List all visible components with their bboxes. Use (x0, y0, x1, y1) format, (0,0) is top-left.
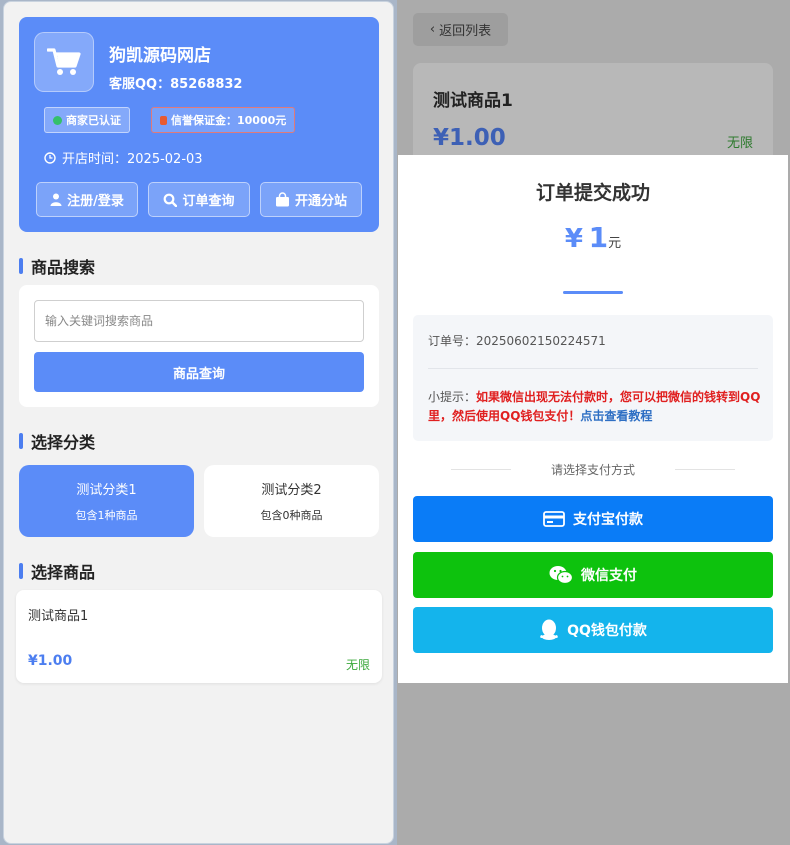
detail-title: 测试商品1 (433, 91, 513, 111)
qq-wallet-button-label: QQ钱包付款 (567, 623, 647, 639)
product-name: 测试商品1 (28, 609, 89, 624)
choose-payment-label: 请选择支付方式 (398, 461, 788, 478)
modal-title: 订单提交成功 (535, 182, 650, 204)
order-number: 订单号：20250602150224571 (428, 334, 606, 348)
shopping-bag-icon (275, 192, 289, 207)
search-button[interactable]: 商品查询 (34, 352, 364, 392)
currency-symbol: ¥ (564, 224, 583, 254)
product-detail-panel: ‹ 返回列表 测试商品1 ¥1.00 无限 订单提交成功 ¥ 1元 订单号：20… (397, 0, 790, 845)
qq-wallet-button[interactable]: QQ钱包付款 (413, 607, 773, 653)
chevron-left-icon: ‹ (429, 22, 436, 37)
divider (428, 368, 758, 369)
credit-card-icon (543, 511, 565, 527)
cart-icon (34, 32, 94, 92)
shop-panel: 狗凯源码网店 客服QQ：85268832 商家已认证 信誉保证金：10000元 … (3, 1, 394, 844)
deposit-badge: 信誉保证金：10000元 (151, 107, 296, 133)
search-section-title: 商品搜索 (19, 254, 95, 278)
amount-unit: 元 (608, 236, 622, 251)
shop-qq: 客服QQ：85268832 (109, 77, 243, 92)
open-substation-button-label: 开通分站 (294, 194, 347, 209)
shop-name: 狗凯源码网店 (109, 46, 211, 66)
open-substation-button[interactable]: 开通分站 (260, 182, 362, 217)
clock-icon (44, 151, 56, 164)
category-count: 包含0种商品 (260, 509, 323, 522)
title-underline (563, 291, 623, 294)
check-icon (53, 115, 62, 125)
category-name: 测试分类2 (261, 483, 322, 498)
product-section-title: 选择商品 (19, 559, 95, 583)
user-icon (50, 193, 62, 206)
wechat-pay-button-label: 微信支付 (581, 568, 637, 584)
order-amount: ¥ 1元 (398, 221, 788, 254)
alipay-button[interactable]: 支付宝付款 (413, 496, 773, 542)
wechat-pay-button[interactable]: 微信支付 (413, 552, 773, 598)
product-stock: 无限 (345, 658, 370, 672)
search-input[interactable] (34, 300, 364, 342)
deposit-badge-label: 信誉保证金：10000元 (171, 114, 287, 127)
wechat-icon (549, 566, 573, 585)
verified-badge: 商家已认证 (44, 107, 130, 133)
search-icon (164, 193, 178, 207)
order-query-button-label: 订单查询 (182, 194, 235, 209)
detail-stock: 无限 (726, 136, 753, 151)
back-button[interactable]: ‹ 返回列表 (413, 13, 508, 46)
product-card[interactable]: 测试商品1 ¥1.00 无限 (16, 590, 382, 683)
shop-header-card: 狗凯源码网店 客服QQ：85268832 商家已认证 信誉保证金：10000元 … (19, 17, 379, 232)
search-card: 商品查询 (19, 285, 379, 407)
payment-tip: 小提示：如果微信出现无法付款时，您可以把微信的钱转到QQ里，然后使用QQ钱包支付… (428, 388, 763, 426)
tutorial-link[interactable]: 点击查看教程 (580, 409, 652, 423)
back-button-label: 返回列表 (439, 24, 492, 39)
alipay-button-label: 支付宝付款 (573, 512, 643, 528)
open-time: 开店时间：2025-02-03 (44, 148, 203, 167)
product-price: ¥1.00 (28, 653, 73, 669)
tip-label: 小提示： (428, 390, 477, 404)
category-card-1[interactable]: 测试分类1 包含1种商品 (19, 465, 194, 537)
category-section-title: 选择分类 (19, 429, 95, 453)
open-time-label: 开店时间：2025-02-03 (62, 152, 203, 167)
shield-icon (160, 115, 167, 125)
login-button[interactable]: 注册/登录 (36, 182, 138, 217)
qq-icon (540, 619, 558, 640)
order-success-modal: 订单提交成功 ¥ 1元 订单号：20250602150224571 小提示：如果… (398, 155, 788, 683)
login-button-label: 注册/登录 (67, 194, 124, 209)
category-count: 包含1种商品 (75, 509, 138, 522)
detail-price: ¥1.00 (433, 125, 506, 151)
order-info-box: 订单号：20250602150224571 小提示：如果微信出现无法付款时，您可… (413, 315, 773, 441)
order-query-button[interactable]: 订单查询 (148, 182, 250, 217)
category-name: 测试分类1 (76, 483, 137, 498)
verified-badge-label: 商家已认证 (66, 114, 121, 127)
category-card-2[interactable]: 测试分类2 包含0种商品 (204, 465, 379, 537)
amount-value: 1 (588, 221, 609, 254)
